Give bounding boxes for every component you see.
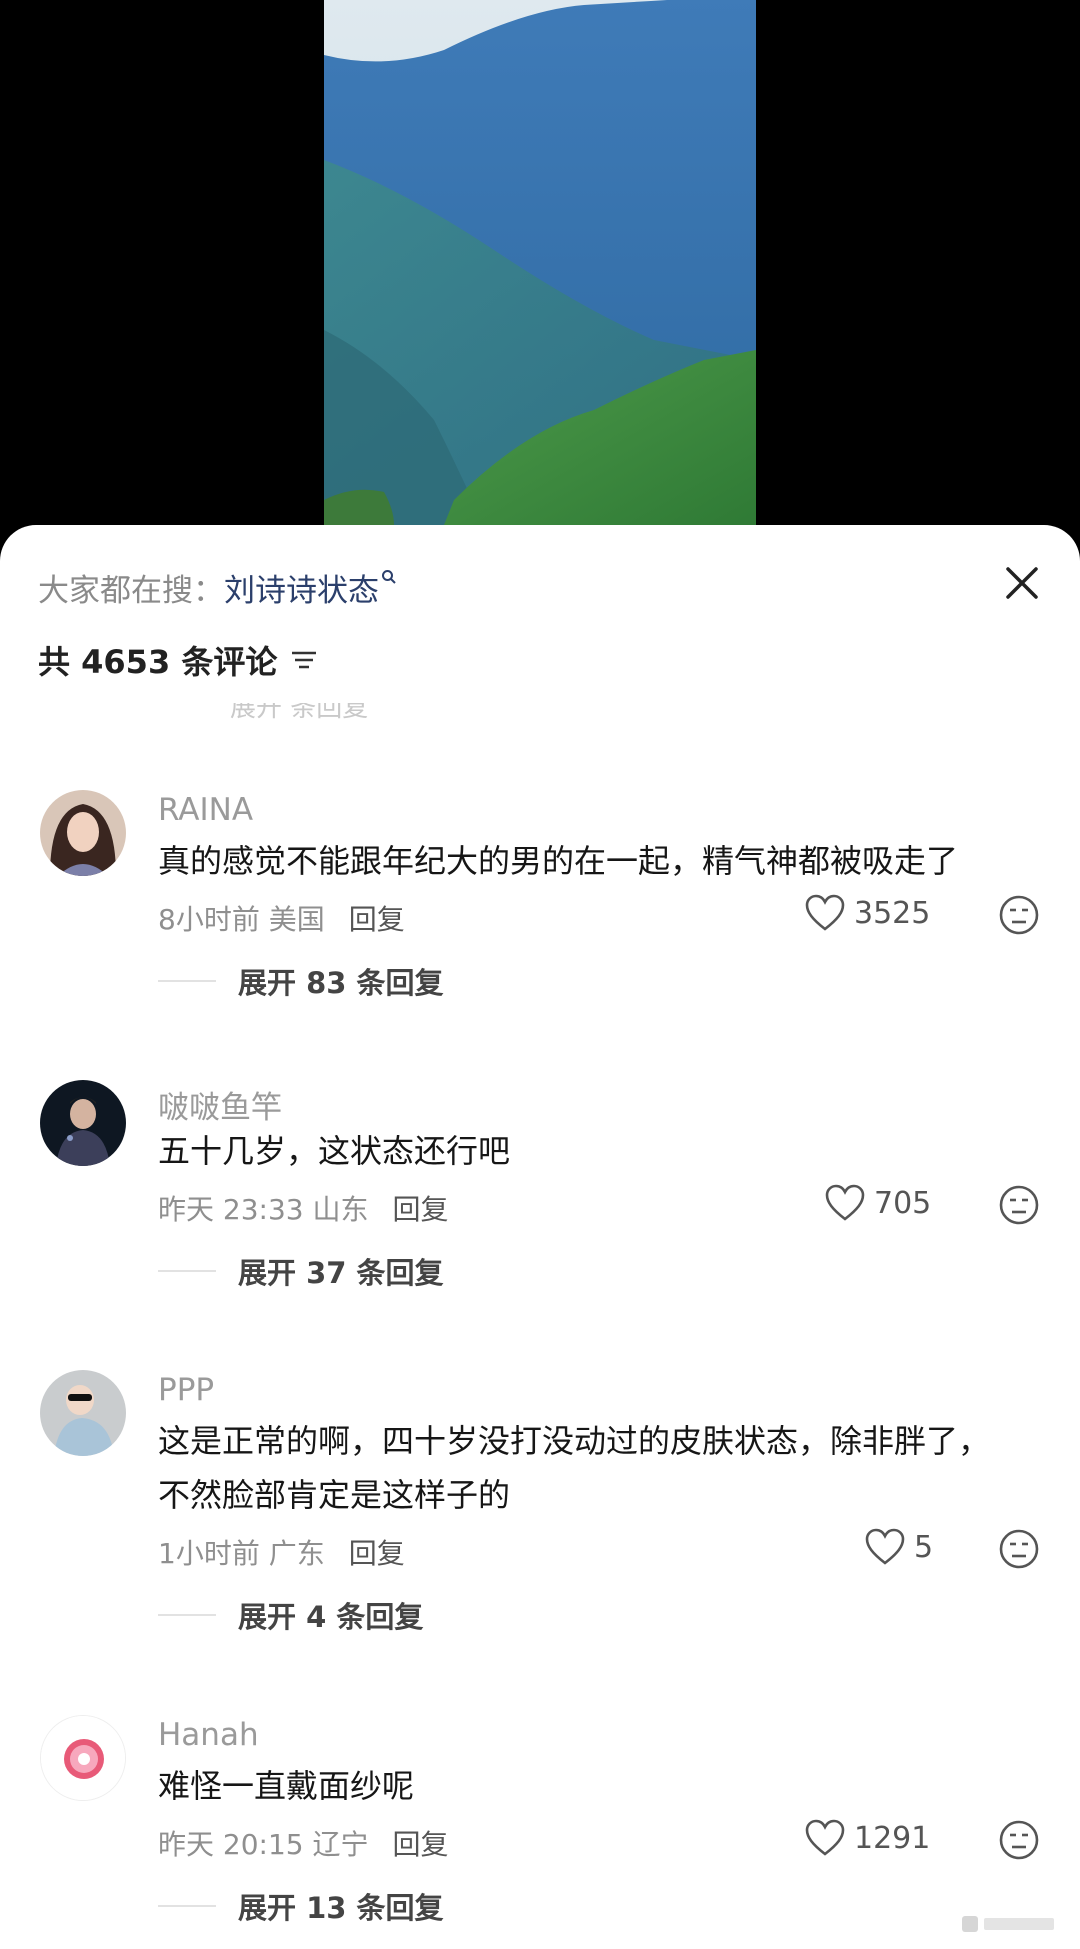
dislike-face-icon[interactable]: [998, 1184, 1040, 1226]
username[interactable]: RAINA: [158, 792, 253, 828]
heart-icon: [825, 1184, 865, 1221]
time-location: 8小时前 美国: [158, 903, 325, 936]
expand-replies-button[interactable]: 展开 13 条回复: [158, 1885, 444, 1927]
like-button[interactable]: 3525: [804, 894, 930, 932]
dislike-face-icon[interactable]: [998, 894, 1040, 936]
divider: [158, 1905, 216, 1907]
like-button[interactable]: 5: [864, 1528, 933, 1566]
scrolled-expand-row: 展开 条回复: [230, 703, 369, 723]
trending-search[interactable]: 大家都在搜：刘诗诗状态: [38, 565, 397, 610]
reply-button[interactable]: 回复: [349, 1537, 405, 1570]
username[interactable]: Hanah: [158, 1717, 259, 1753]
video-thumbnail[interactable]: [324, 0, 756, 525]
username[interactable]: PPP: [158, 1372, 214, 1408]
sort-icon[interactable]: [289, 645, 319, 675]
reply-button[interactable]: 回复: [393, 1193, 449, 1226]
comment-text: 五十几岁，这状态还行吧: [158, 1132, 511, 1170]
heart-icon: [805, 1819, 845, 1856]
heart-icon: [805, 894, 845, 931]
time-location: 1小时前 广东: [158, 1537, 325, 1570]
expand-replies-button[interactable]: 展开 4 条回复: [158, 1594, 423, 1636]
divider: [158, 980, 216, 982]
search-prefix: 大家都在搜：: [38, 573, 224, 609]
comment-text: 难怪一直戴面纱呢: [158, 1767, 415, 1805]
comment-meta: 昨天 23:33 山东 回复: [158, 1188, 449, 1228]
comment-meta: 昨天 20:15 辽宁 回复: [158, 1823, 449, 1863]
avatar[interactable]: [40, 1080, 126, 1166]
divider: [158, 1614, 216, 1616]
time-location: 昨天 20:15 辽宁: [158, 1828, 369, 1861]
search-icon: [381, 557, 397, 584]
reply-button[interactable]: 回复: [349, 903, 405, 936]
comment-count: 共 4653 条评论: [38, 643, 278, 681]
username[interactable]: 啵啵鱼竿: [158, 1082, 282, 1127]
search-term-link[interactable]: 刘诗诗状态: [224, 573, 379, 609]
time-location: 昨天 23:33 山东: [158, 1193, 369, 1226]
divider: [158, 1270, 216, 1272]
close-icon[interactable]: [1000, 561, 1044, 605]
comments-sheet: 大家都在搜：刘诗诗状态 共 4653 条评论 展开 条回复 RAINA 真的感觉…: [0, 525, 1080, 1949]
video-player[interactable]: [0, 0, 1080, 560]
comment-meta: 1小时前 广东 回复: [158, 1532, 405, 1572]
like-count: 5: [914, 1529, 934, 1565]
avatar[interactable]: [40, 1715, 126, 1801]
like-count: 705: [874, 1185, 932, 1221]
like-count: 3525: [854, 895, 931, 931]
expand-replies-button[interactable]: 展开 83 条回复: [158, 960, 444, 1002]
reply-button[interactable]: 回复: [393, 1828, 449, 1861]
like-button[interactable]: 705: [824, 1184, 931, 1222]
watermark-logo: [962, 1913, 1058, 1935]
comment-text: 这是正常的啊，四十岁没打没动过的皮肤状态，除非胖了，不然脸部肯定是这样子的: [158, 1422, 991, 1514]
avatar[interactable]: [40, 790, 126, 876]
dislike-face-icon[interactable]: [998, 1528, 1040, 1570]
comment-count-header: 共 4653 条评论: [38, 637, 319, 683]
like-button[interactable]: 1291: [804, 1819, 930, 1857]
avatar[interactable]: [40, 1370, 126, 1456]
expand-replies-button[interactable]: 展开 37 条回复: [158, 1250, 444, 1292]
like-count: 1291: [854, 1820, 931, 1856]
heart-icon: [865, 1528, 905, 1565]
comment-meta: 8小时前 美国 回复: [158, 898, 405, 938]
dislike-face-icon[interactable]: [998, 1819, 1040, 1861]
comment-text: 真的感觉不能跟年纪大的男的在一起，精气神都被吸走了: [158, 842, 959, 880]
